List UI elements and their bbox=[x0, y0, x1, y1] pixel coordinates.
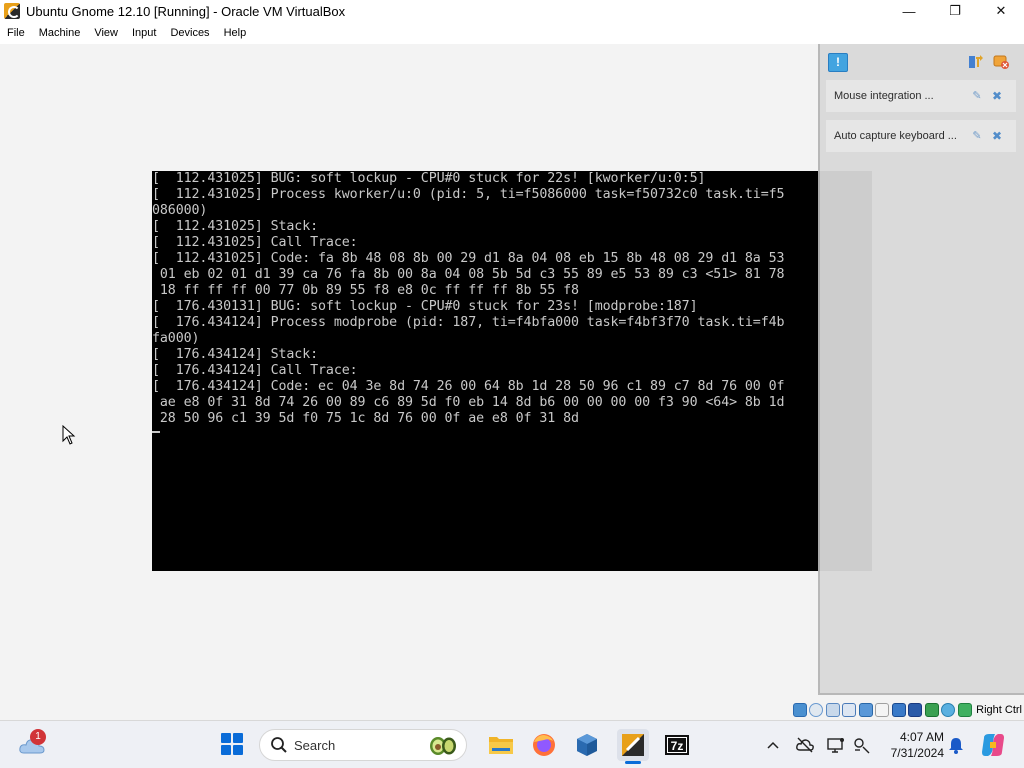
close-notification-icon[interactable]: ✖ bbox=[990, 89, 1004, 103]
console-line: [ 176.434124] Process modprobe (pid: 187… bbox=[152, 315, 785, 330]
windows-logo-tile bbox=[233, 745, 243, 755]
network-icon[interactable] bbox=[842, 703, 857, 717]
search-icon bbox=[271, 737, 287, 753]
notification-text: Mouse integration ... bbox=[834, 90, 934, 102]
vm-running-icon bbox=[622, 734, 644, 756]
toggle-notification-order-icon[interactable] bbox=[968, 54, 984, 70]
system-clock[interactable]: 4:07 AM 7/31/2024 bbox=[884, 729, 944, 761]
console-line: [ 112.431025] BUG: soft lockup - CPU#0 s… bbox=[152, 171, 706, 186]
window-titlebar: Ubuntu Gnome 12.10 [Running] - Oracle VM… bbox=[0, 0, 1024, 22]
svg-text:7z: 7z bbox=[671, 739, 684, 753]
close-notification-icon[interactable]: ✖ bbox=[990, 129, 1004, 143]
console-line: 28 50 96 c1 39 5d f0 75 1c 8d 76 00 0f a… bbox=[152, 411, 579, 426]
console-line: [ 176.434124] Call Trace: bbox=[152, 363, 358, 378]
console-line: [ 176.430131] BUG: soft lockup - CPU#0 s… bbox=[152, 299, 698, 314]
start-button[interactable] bbox=[221, 733, 243, 755]
notification-bell-icon[interactable] bbox=[946, 735, 966, 755]
windows-taskbar: 1 Search 7z 4:07 AM 7/31/2024 bbox=[0, 720, 1024, 768]
folder-icon bbox=[489, 737, 513, 754]
display-icon[interactable] bbox=[891, 703, 906, 717]
virtualbox-cube-icon bbox=[577, 734, 597, 756]
notification-mouse-integration[interactable]: Mouse integration ... ✎ ✖ bbox=[826, 80, 1016, 112]
console-line: [ 112.431025] Process kworker/u:0 (pid: … bbox=[152, 187, 785, 202]
status-indicators: Right Ctrl bbox=[792, 701, 1024, 719]
menu-devices[interactable]: Devices bbox=[163, 27, 216, 39]
mouse-integration-icon[interactable] bbox=[957, 703, 972, 717]
console-line: ae e8 0f 31 8d 74 26 00 89 c6 89 5d f0 e… bbox=[152, 395, 785, 410]
console-cursor bbox=[152, 431, 160, 433]
chevron-up-icon[interactable] bbox=[763, 735, 783, 755]
maximize-button[interactable]: ❐ bbox=[932, 0, 978, 22]
taskbar-vm-window[interactable] bbox=[617, 729, 649, 764]
taskbar-virtualbox-manager[interactable] bbox=[571, 729, 603, 761]
vm-console-screen[interactable]: [ 112.431025] BUG: soft lockup - CPU#0 s… bbox=[152, 171, 872, 571]
console-line: [ 112.431025] Stack: bbox=[152, 219, 319, 234]
console-line: fa000) bbox=[152, 331, 200, 346]
search-placeholder: Search bbox=[294, 737, 336, 753]
shared-folders-icon[interactable] bbox=[875, 703, 890, 717]
audio-icon[interactable] bbox=[825, 703, 840, 717]
optical-drive-icon[interactable] bbox=[809, 703, 824, 717]
cloud-offline-icon[interactable] bbox=[795, 735, 815, 755]
host-key-label: Right Ctrl bbox=[976, 704, 1022, 716]
network-settings-icon[interactable] bbox=[852, 735, 872, 755]
notification-badge: 1 bbox=[30, 729, 46, 745]
hard-disk-icon[interactable] bbox=[792, 703, 807, 717]
menu-bar: File Machine View Input Devices Help bbox=[0, 22, 1024, 44]
console-output: [ 112.431025] BUG: soft lockup - CPU#0 s… bbox=[152, 171, 872, 433]
virtualbox-app-icon bbox=[4, 3, 20, 19]
recording-icon[interactable] bbox=[908, 703, 923, 717]
console-line: [ 112.431025] Code: fa 8b 48 08 8b 00 29… bbox=[152, 251, 785, 266]
notification-center-pane: ! Mouse integration ... ✎ ✖ Auto capture… bbox=[818, 44, 1024, 695]
console-line: 18 ff ff ff 00 77 0b 89 55 f8 e8 0c ff f… bbox=[152, 283, 579, 298]
window-controls: — ❐ ✕ bbox=[886, 0, 1024, 22]
firefox-icon bbox=[533, 734, 555, 756]
menu-help[interactable]: Help bbox=[217, 27, 254, 39]
active-indicator bbox=[625, 761, 641, 764]
clock-date: 7/31/2024 bbox=[890, 746, 944, 760]
taskbar-firefox[interactable] bbox=[528, 729, 560, 761]
windows-logo-tile bbox=[221, 745, 231, 755]
window-title: Ubuntu Gnome 12.10 [Running] - Oracle VM… bbox=[26, 3, 346, 19]
search-highlight-avocado-icon bbox=[430, 737, 456, 755]
notification-header: ! bbox=[820, 44, 1024, 80]
menu-file[interactable]: File bbox=[0, 27, 32, 39]
copilot-icon[interactable] bbox=[980, 732, 1006, 758]
notification-auto-capture-keyboard[interactable]: Auto capture keyboard ... ✎ ✖ bbox=[826, 120, 1016, 152]
cpu-activity-icon[interactable] bbox=[924, 703, 939, 717]
windows-logo-tile bbox=[233, 733, 243, 743]
clock-time: 4:07 AM bbox=[899, 730, 944, 744]
close-button[interactable]: ✕ bbox=[978, 0, 1024, 22]
menu-machine[interactable]: Machine bbox=[32, 27, 88, 39]
windows-logo-tile bbox=[221, 733, 231, 743]
vm-status-bar: Right Ctrl bbox=[0, 700, 1024, 720]
console-line: [ 112.431025] Call Trace: bbox=[152, 235, 358, 250]
console-line: [ 176.434124] Code: ec 04 3e 8d 74 26 00… bbox=[152, 379, 785, 394]
minimize-button[interactable]: — bbox=[886, 0, 932, 22]
taskbar-file-explorer[interactable] bbox=[485, 729, 517, 761]
mouse-pointer-icon bbox=[62, 425, 76, 445]
do-not-show-again-icon[interactable]: ✎ bbox=[970, 89, 984, 103]
console-line: 01 eb 02 01 d1 39 ca 76 fa 8b 00 8a 04 0… bbox=[152, 267, 785, 282]
menu-input[interactable]: Input bbox=[125, 27, 163, 39]
7zip-icon: 7z bbox=[665, 735, 689, 755]
display-monitor-icon[interactable] bbox=[826, 735, 846, 755]
taskbar-search-box[interactable]: Search bbox=[259, 729, 467, 761]
do-not-show-again-icon[interactable]: ✎ bbox=[970, 129, 984, 143]
taskbar-7zip[interactable]: 7z bbox=[661, 729, 693, 761]
notification-center-icon[interactable]: ! bbox=[828, 53, 848, 72]
close-all-notifications-icon[interactable] bbox=[992, 54, 1010, 70]
console-line: [ 176.434124] Stack: bbox=[152, 347, 319, 362]
menu-view[interactable]: View bbox=[87, 27, 125, 39]
usb-icon[interactable] bbox=[858, 703, 873, 717]
guest-additions-icon[interactable] bbox=[941, 703, 956, 717]
notification-text: Auto capture keyboard ... bbox=[834, 130, 957, 142]
console-line: 086000) bbox=[152, 203, 208, 218]
